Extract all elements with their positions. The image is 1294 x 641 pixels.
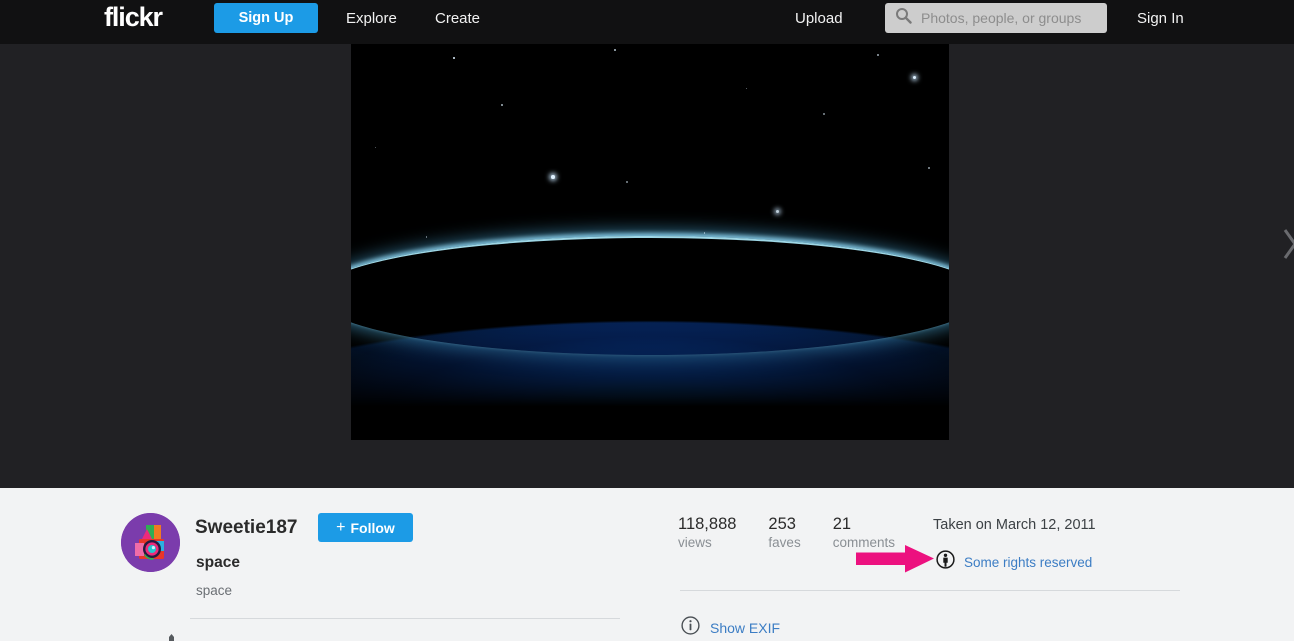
- nav-explore[interactable]: Explore: [346, 10, 397, 27]
- comments-count: 21: [832, 515, 852, 533]
- photo-stage: Back to search: [0, 44, 1294, 518]
- creative-commons-by-icon: [936, 550, 955, 574]
- comments-label: comments: [832, 535, 895, 550]
- description-divider: [190, 618, 620, 619]
- stat-faves: 253 faves: [768, 515, 800, 551]
- stat-comments: 21 comments: [833, 515, 895, 551]
- search-input[interactable]: [919, 9, 1091, 27]
- avatar[interactable]: [121, 513, 180, 572]
- info-circle-icon: [681, 616, 700, 640]
- faves-label: faves: [768, 535, 801, 550]
- follow-button-label: Follow: [350, 519, 395, 536]
- views-count: 118,888: [678, 515, 737, 533]
- search-icon: [895, 7, 912, 29]
- meta-divider: [680, 590, 1180, 591]
- photo-stats: 118,888 views 253 faves 21 comments: [678, 515, 927, 551]
- show-exif-link[interactable]: Show EXIF: [710, 620, 780, 636]
- flickr-photo-page: flickr Sign Up Explore Create Upload Sig…: [0, 0, 1294, 641]
- owner-username[interactable]: Sweetie187: [195, 517, 297, 539]
- sign-in-link[interactable]: Sign In: [1137, 10, 1184, 27]
- nav-create[interactable]: Create: [435, 10, 480, 27]
- exif-row: Show EXIF: [681, 616, 780, 640]
- search-box[interactable]: [885, 3, 1107, 33]
- photo-title: space: [196, 554, 240, 571]
- photo-viewer[interactable]: [351, 44, 949, 440]
- taken-date: Taken on March 12, 2011: [933, 517, 1096, 533]
- tag-icon[interactable]: [167, 634, 176, 641]
- flickr-logo[interactable]: flickr: [104, 2, 163, 33]
- sign-up-button[interactable]: Sign Up: [214, 3, 318, 33]
- follow-button[interactable]: + Follow: [318, 513, 413, 542]
- license-link[interactable]: Some rights reserved: [964, 555, 1092, 570]
- site-header: flickr Sign Up Explore Create Upload Sig…: [0, 0, 1294, 44]
- views-label: views: [678, 535, 712, 550]
- photo-description: space: [196, 583, 233, 598]
- stat-views: 118,888 views: [678, 515, 736, 551]
- plus-icon: +: [336, 518, 346, 536]
- license-row: Some rights reserved: [936, 550, 1092, 574]
- faves-count: 253: [768, 515, 796, 533]
- nav-upload[interactable]: Upload: [795, 10, 843, 27]
- next-photo-button[interactable]: [1282, 226, 1294, 262]
- star-field: [351, 44, 949, 440]
